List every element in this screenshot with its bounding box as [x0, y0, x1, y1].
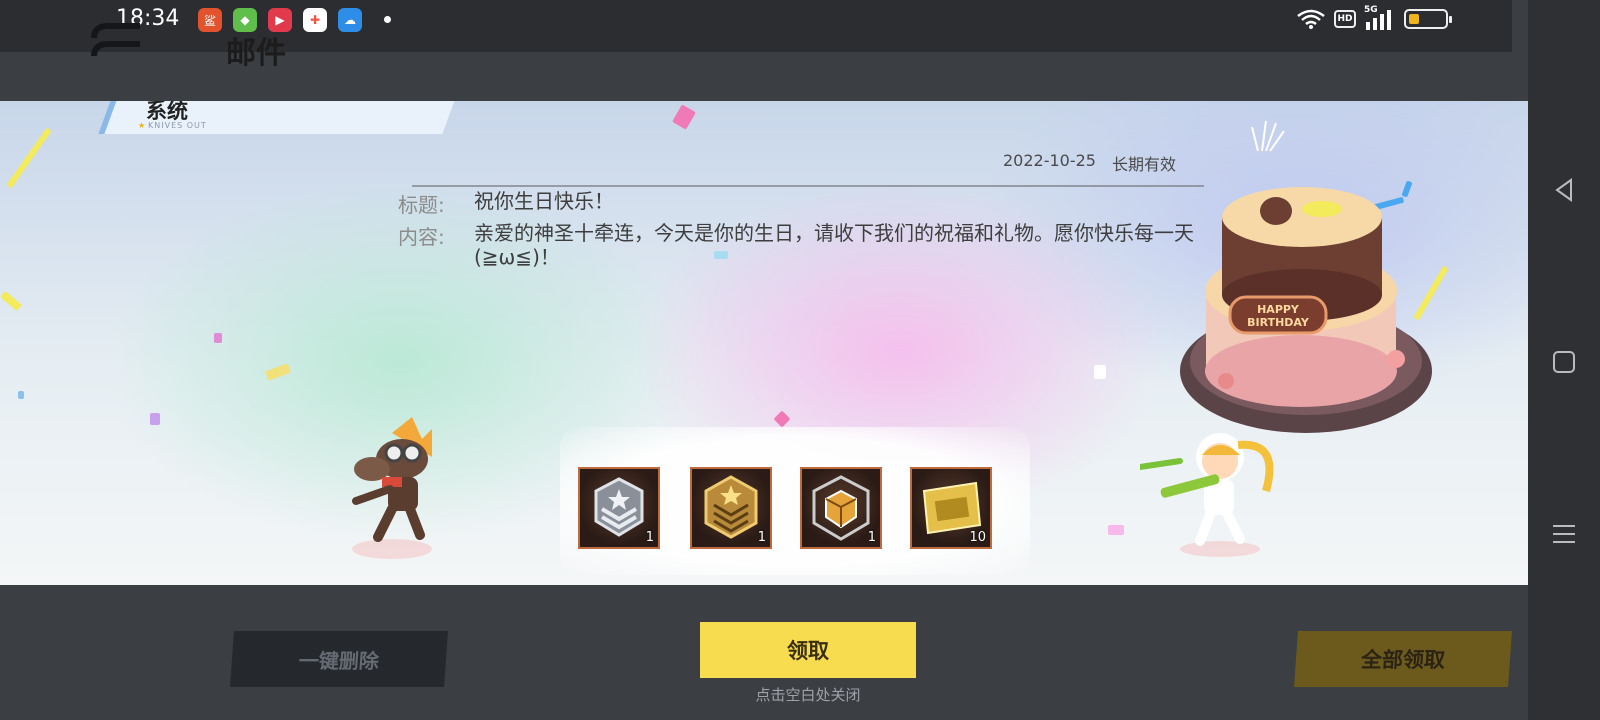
reward-count: 10 — [969, 530, 986, 545]
wifi-icon — [1297, 9, 1325, 29]
nav-menu-icon[interactable] — [1528, 514, 1600, 554]
confetti — [0, 290, 22, 312]
reward-slot-3[interactable]: 1 — [800, 467, 882, 549]
reward-count: 1 — [757, 530, 766, 545]
confetti — [1108, 525, 1124, 535]
game-app-icon: ✚ — [303, 8, 327, 32]
back-arrow-icon[interactable] — [88, 22, 148, 62]
svg-text:HAPPY: HAPPY — [1257, 303, 1300, 316]
app-icon-1: 鲨 — [198, 8, 222, 32]
content-label: 内容: — [398, 225, 445, 249]
hd-badge: HD — [1334, 10, 1356, 28]
horse-character-illustration — [352, 417, 432, 559]
sender-tab-subtitle: KNIVES OUT — [148, 121, 207, 130]
mail-meta: 2022-10-25 长期有效 — [1003, 151, 1176, 175]
confetti — [18, 391, 24, 399]
confetti — [672, 104, 696, 130]
confetti — [265, 363, 291, 381]
claim-all-button[interactable]: 全部领取 — [1294, 631, 1512, 687]
mail-detail-card: 系统 ★ KNIVES OUT 2022-10-25 长期有效 标题: 祝你生日… — [0, 101, 1528, 585]
reward-slot-2[interactable]: 1 — [690, 467, 772, 549]
nav-home-icon[interactable] — [1528, 342, 1600, 382]
star-icon: ★ — [138, 121, 146, 130]
birthday-cake-illustration: HAPPY BIRTHDAY — [1180, 121, 1432, 433]
confetti — [214, 333, 222, 343]
reward-slot-4[interactable]: 10 — [910, 467, 992, 549]
confetti — [150, 413, 160, 425]
weather-app-icon: ☁ — [338, 8, 362, 32]
system-icons: HD 5G — [1296, 5, 1452, 30]
signal-icon: 5G — [1364, 5, 1396, 30]
confetti — [773, 410, 791, 428]
nav-back-icon[interactable] — [1528, 170, 1600, 210]
navigation-bar — [1528, 0, 1600, 720]
game-screen[interactable]: 18:34 鲨 ◆ ▶ ✚ ☁ HD 5G 邮件 系统 ★ KNIVES OUT… — [0, 0, 1600, 720]
more-notifications-dot — [384, 16, 391, 23]
reward-count: 1 — [645, 530, 654, 545]
claim-button[interactable]: 领取 — [700, 622, 916, 678]
subject-text: 祝你生日快乐！ — [474, 189, 614, 213]
divider — [412, 185, 1204, 187]
delete-all-button[interactable]: 一键删除 — [230, 631, 448, 687]
subject-label: 标题: — [398, 193, 445, 217]
page-title: 邮件 — [226, 36, 286, 71]
confetti — [6, 127, 52, 189]
battery-level — [1409, 14, 1419, 24]
content-text: 亲爱的神圣十牵连，今天是你的生日，请收下我们的祝福和礼物。愿你快乐每一天(≧ω≦… — [474, 221, 1194, 269]
mail-date: 2022-10-25 — [1003, 151, 1096, 170]
battery-icon — [1404, 9, 1452, 29]
svg-text:BIRTHDAY: BIRTHDAY — [1247, 316, 1310, 329]
confetti — [1094, 365, 1106, 379]
girl-character-illustration — [1140, 433, 1274, 557]
reward-slot-1[interactable]: 1 — [578, 467, 660, 549]
network-type: 5G — [1364, 5, 1378, 15]
close-hint: 点击空白处关闭 — [755, 686, 861, 704]
reward-count: 1 — [867, 530, 876, 545]
